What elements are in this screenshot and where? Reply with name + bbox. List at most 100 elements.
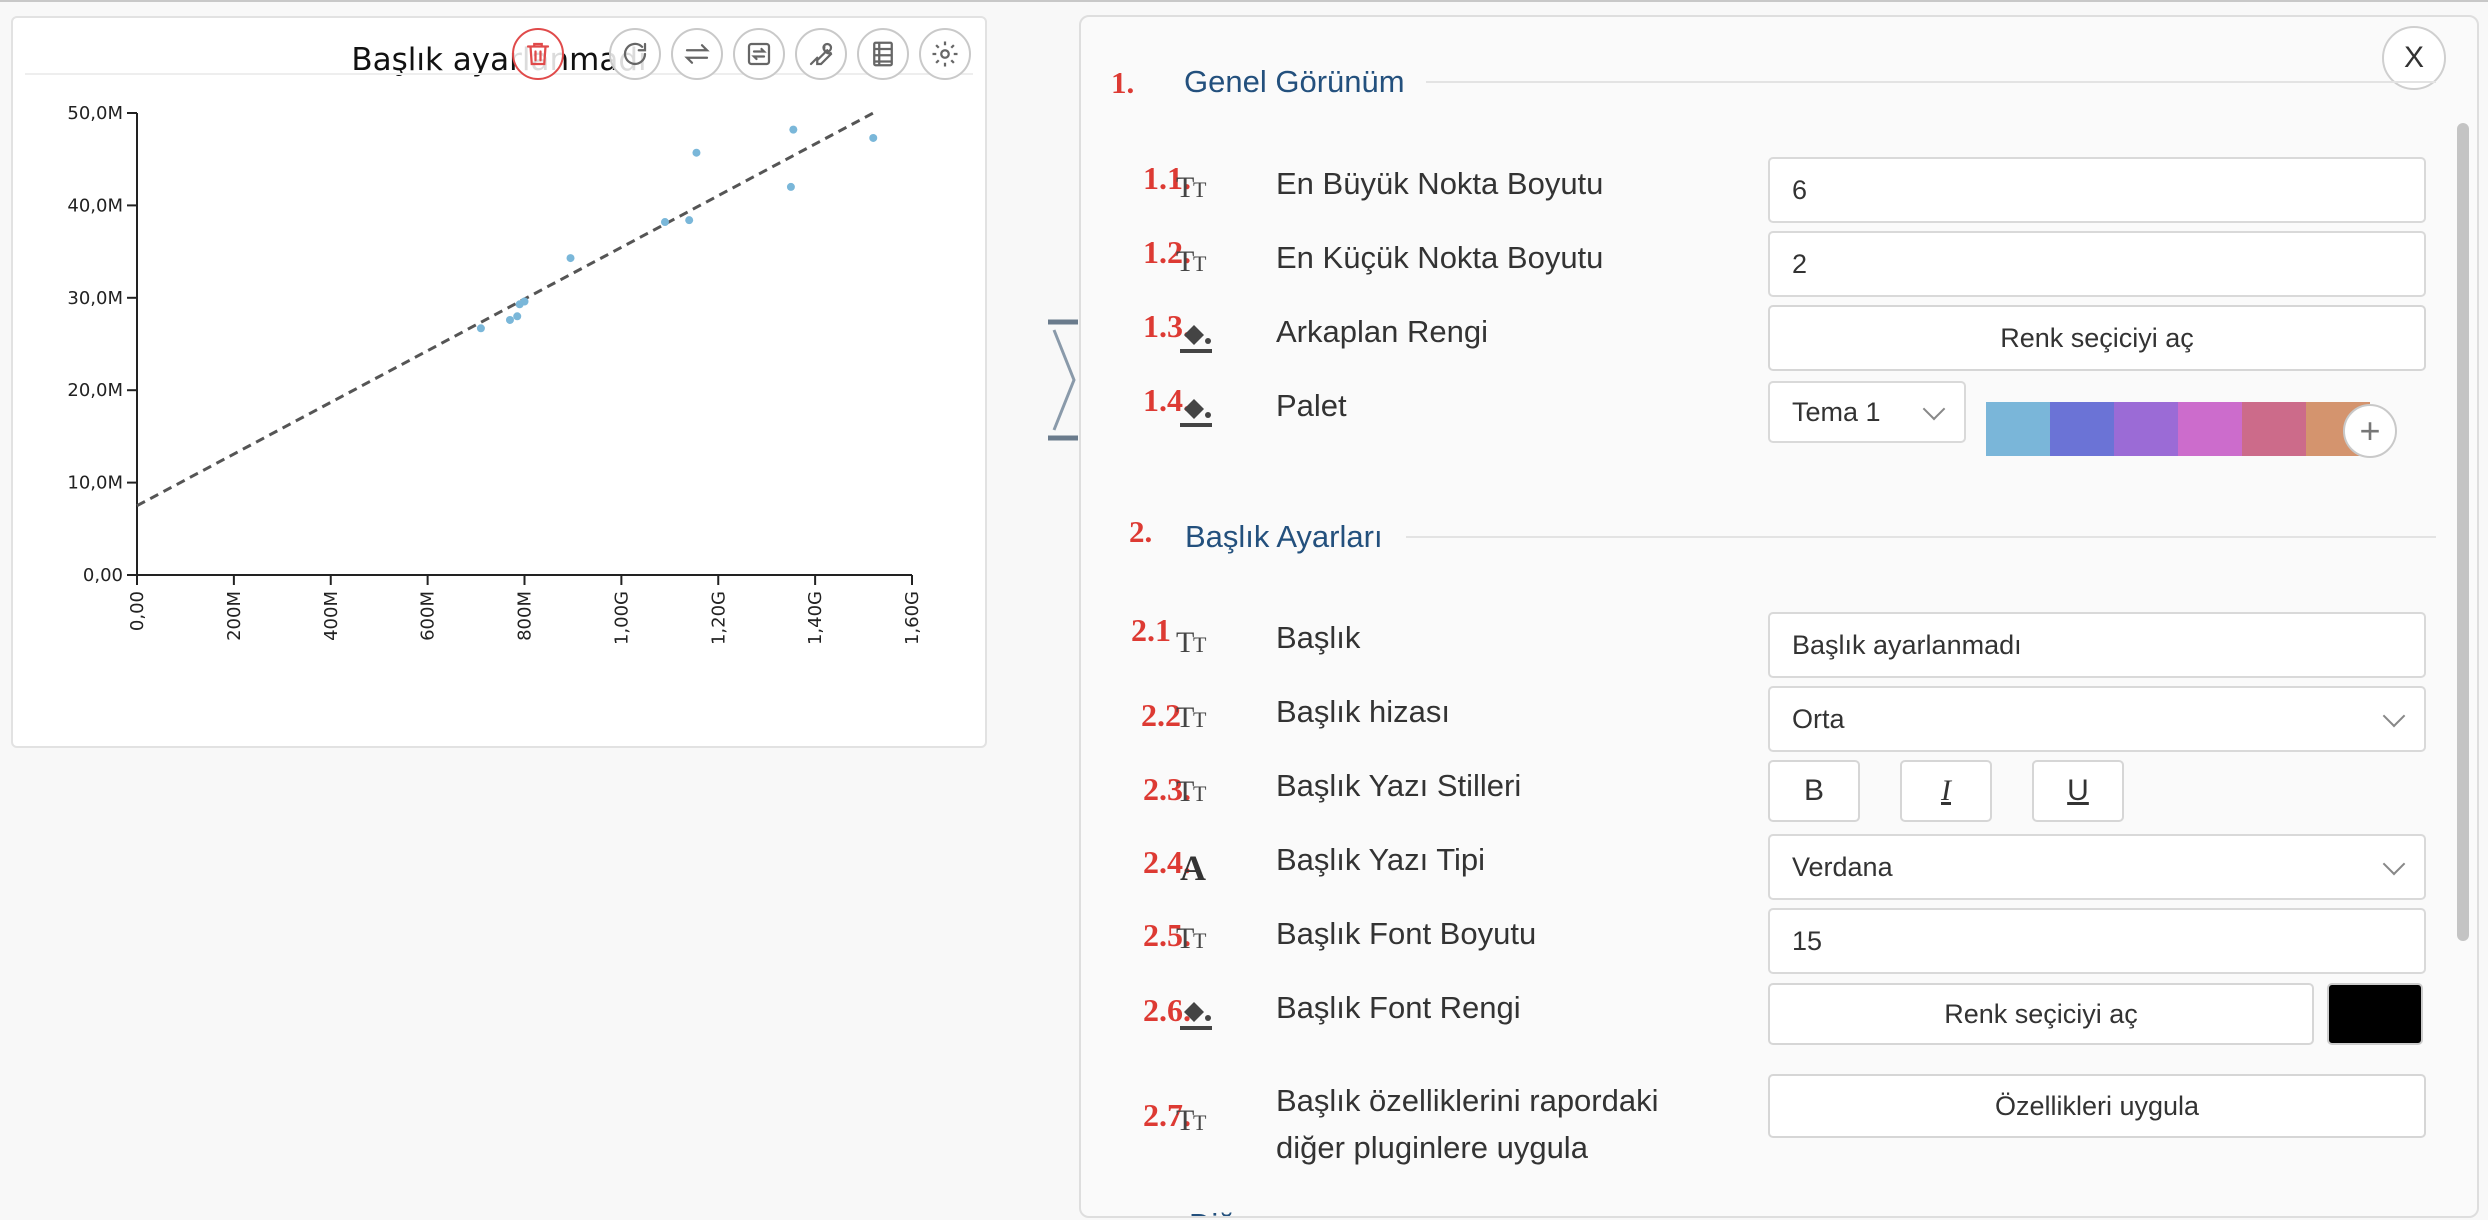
plus-icon: + [2359, 410, 2381, 451]
scrollbar-thumb[interactable] [2457, 123, 2469, 941]
palette-swatch[interactable] [2242, 402, 2306, 456]
max-point-size-input[interactable]: 6 [1768, 157, 2426, 223]
x-tick-label: 200M [224, 591, 245, 641]
row-number: 2.6. [1143, 992, 1191, 1028]
svg-text:T: T [1193, 632, 1207, 657]
background-color-picker-button[interactable]: Renk seçiciyi aç [1768, 305, 2426, 371]
text-size-icon: TT [1176, 697, 1216, 737]
palette-swatch[interactable] [2114, 402, 2178, 456]
data-point [566, 254, 575, 263]
min-point-size-label: En Küçük Nokta Boyutu [1276, 240, 1604, 275]
svg-text:T: T [1193, 928, 1207, 953]
background-color-label: Arkaplan Rengi [1276, 314, 1488, 349]
row-number: 1.3. [1143, 308, 1191, 344]
svg-text:T: T [1193, 781, 1207, 806]
title-font-value: Verdana [1792, 851, 1893, 882]
table-icon [873, 41, 893, 67]
data-point [520, 297, 529, 306]
y-tick-label: 50,0M [67, 103, 123, 124]
y-tick-label: 10,0M [67, 473, 123, 494]
title-font-color-picker-button[interactable]: Renk seçiciyi aç [1768, 983, 2314, 1045]
x-tick-label: 400M [321, 591, 342, 641]
refresh-button[interactable] [609, 28, 661, 80]
title-font-color-swatch[interactable] [2327, 983, 2423, 1045]
palette-swatch[interactable] [2050, 402, 2114, 456]
table-button[interactable] [857, 28, 909, 80]
x-tick-label: 1,60G [902, 591, 923, 645]
svg-text:T: T [1176, 701, 1194, 734]
row-number: 2.3. [1143, 771, 1191, 807]
text-size-icon: TT [1176, 622, 1216, 662]
palette-swatch[interactable] [1986, 402, 2050, 456]
title-font-select[interactable]: Verdana [1768, 834, 2426, 900]
data-point [786, 182, 795, 191]
y-tick-label: 40,0M [67, 195, 123, 216]
x-tick-label: 800M [515, 591, 536, 641]
section-title-partial[interactable]: Diğ [1189, 1207, 1236, 1216]
min-point-size-input[interactable]: 2 [1768, 231, 2426, 297]
chevron-down-icon [2382, 852, 2406, 876]
text-size-icon: TT [1176, 167, 1216, 207]
x-tick-label: 1,00G [611, 591, 632, 645]
svg-text:T: T [1176, 171, 1194, 204]
title-align-value: Orta [1792, 703, 1845, 734]
data-point [660, 218, 669, 227]
swap-button[interactable] [671, 28, 723, 80]
window-top-border [0, 0, 2488, 2]
paint-bucket-icon [1176, 315, 1216, 355]
title-align-label: Başlık hizası [1276, 694, 1451, 729]
svg-text:T: T [1176, 922, 1194, 955]
italic-button[interactable]: I [1900, 760, 1992, 822]
y-tick-label: 20,0M [67, 380, 123, 401]
apply-properties-button[interactable]: Özellikleri uygula [1768, 1074, 2426, 1138]
chevron-down-icon [2382, 704, 2406, 728]
underline-button[interactable]: U [2032, 760, 2124, 822]
section-title-general[interactable]: Genel Görünüm [1184, 64, 1405, 100]
palette-label: Palet [1276, 388, 1347, 423]
row-number: 2.5. [1143, 917, 1191, 953]
row-number: 2.7. [1143, 1097, 1191, 1133]
add-palette-button[interactable]: + [2343, 404, 2397, 458]
transfer-button[interactable] [733, 28, 785, 80]
gear-icon [932, 41, 958, 67]
bold-button[interactable]: B [1768, 760, 1860, 822]
title-font-size-input[interactable]: 15 [1768, 908, 2426, 974]
delete-button[interactable] [512, 28, 564, 80]
data-point [869, 133, 878, 142]
svg-text:T: T [1193, 251, 1207, 276]
chart-card: 0,00 10,0M 20,0M 30,0M 40,0M 50,0M 0,00 200M 400… [11, 16, 987, 748]
x-tick-label: 600M [418, 591, 439, 641]
x-tick-label: 1,40G [805, 591, 826, 645]
svg-text:A: A [1180, 848, 1206, 886]
row-number: 2.2 [1141, 697, 1181, 733]
paint-bucket-icon [1176, 389, 1216, 429]
tools-button[interactable] [795, 28, 847, 80]
max-point-size-label: En Büyük Nokta Boyutu [1276, 166, 1604, 201]
panel-collapse-handle[interactable] [1040, 318, 1080, 442]
trendline [136, 111, 874, 508]
y-tick-label: 30,0M [67, 288, 123, 309]
wrench-icon [809, 42, 833, 66]
palette-select[interactable]: Tema 1 [1768, 381, 1966, 443]
palette-swatch[interactable] [2178, 402, 2242, 456]
apply-to-plugins-label-line2: diğer pluginlere uygula [1276, 1130, 1588, 1165]
data-point [789, 125, 798, 134]
scatter-chart: 0,00 10,0M 20,0M 30,0M 40,0M 50,0M 0,00 200M 400… [67, 103, 923, 645]
section-title-title-settings[interactable]: Başlık Ayarları [1185, 519, 1383, 555]
settings-button[interactable] [919, 28, 971, 80]
data-point [513, 312, 522, 321]
row-number: 2.1 [1131, 612, 1171, 648]
row-number: 1.4. [1143, 382, 1191, 418]
title-font-label: Başlık Yazı Tipi [1276, 842, 1486, 877]
title-input[interactable]: Başlık ayarlanmadı [1768, 612, 2426, 678]
row-number: 1.1. [1143, 160, 1191, 196]
title-align-select[interactable]: Orta [1768, 686, 2426, 752]
svg-text:T: T [1176, 245, 1194, 278]
section-number: 1. [1111, 65, 1135, 100]
transfer-icon [747, 42, 771, 66]
trash-icon [526, 42, 550, 66]
title-styles-label: Başlık Yazı Stilleri [1276, 768, 1522, 803]
chevron-down-icon [1922, 397, 1946, 421]
svg-text:T: T [1193, 1110, 1207, 1135]
svg-text:T: T [1193, 707, 1207, 732]
